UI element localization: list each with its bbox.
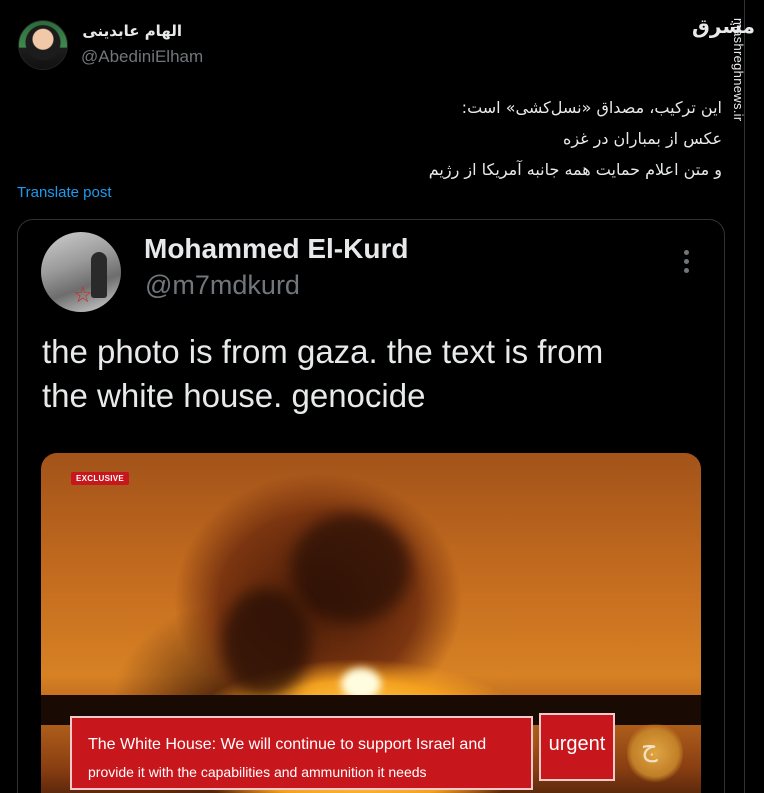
al-jazeera-logo-icon: ج bbox=[627, 721, 683, 785]
author-handle[interactable]: @AbediniElham bbox=[81, 47, 203, 67]
quoted-post-card[interactable]: ☆ Mohammed El-Kurd @m7mdkurd the photo i… bbox=[17, 219, 725, 793]
exclusive-badge: EXCLUSIVE bbox=[71, 472, 130, 485]
smoke-plume bbox=[291, 513, 411, 623]
quoted-text-line: the photo is from gaza. the text is from bbox=[42, 333, 604, 370]
logo-glyph: ج bbox=[641, 733, 658, 763]
watermark-site: mashreghnews.ir bbox=[731, 18, 746, 122]
translate-post-link[interactable]: Translate post bbox=[17, 184, 112, 201]
smoke-plume bbox=[221, 588, 311, 698]
quoted-author-avatar[interactable]: ☆ bbox=[41, 232, 121, 312]
avatar-figure bbox=[91, 252, 107, 298]
tweet-text-line: عکس از بمباران در غزه bbox=[562, 129, 722, 148]
caption-line: provide it with the capabilities and amm… bbox=[88, 764, 427, 780]
quoted-text-line: the white house. genocide bbox=[42, 377, 426, 414]
quoted-author-handle[interactable]: @m7mdkurd bbox=[145, 270, 300, 301]
author-avatar[interactable] bbox=[18, 20, 68, 70]
news-lower-third: The White House: We will continue to sup… bbox=[70, 716, 533, 790]
tweet-page: الهام عابدینی @AbediniElham مشرق mashreg… bbox=[0, 0, 764, 793]
quoted-media-image[interactable]: EXCLUSIVE The White House: We will conti… bbox=[41, 453, 701, 793]
author-display-name[interactable]: الهام عابدینی bbox=[80, 22, 182, 40]
more-horizontal-icon[interactable] bbox=[676, 250, 696, 280]
star-icon: ☆ bbox=[73, 282, 93, 307]
quoted-author-display-name[interactable]: Mohammed El-Kurd bbox=[144, 233, 408, 265]
urgent-badge: urgent bbox=[539, 713, 615, 781]
tweet-text-line: و متن اعلام حمایت همه جانبه آمریکا از رژ… bbox=[428, 160, 722, 179]
caption-line: The White House: We will continue to sup… bbox=[88, 736, 487, 753]
tweet-text-line: این ترکیب، مصداق «نسل‌کشی» است: bbox=[461, 98, 722, 117]
tweet-text: این ترکیب، مصداق «نسل‌کشی» است: عکس از ب… bbox=[162, 92, 722, 185]
quoted-post-text: the photo is from gaza. the text is from… bbox=[42, 330, 702, 418]
